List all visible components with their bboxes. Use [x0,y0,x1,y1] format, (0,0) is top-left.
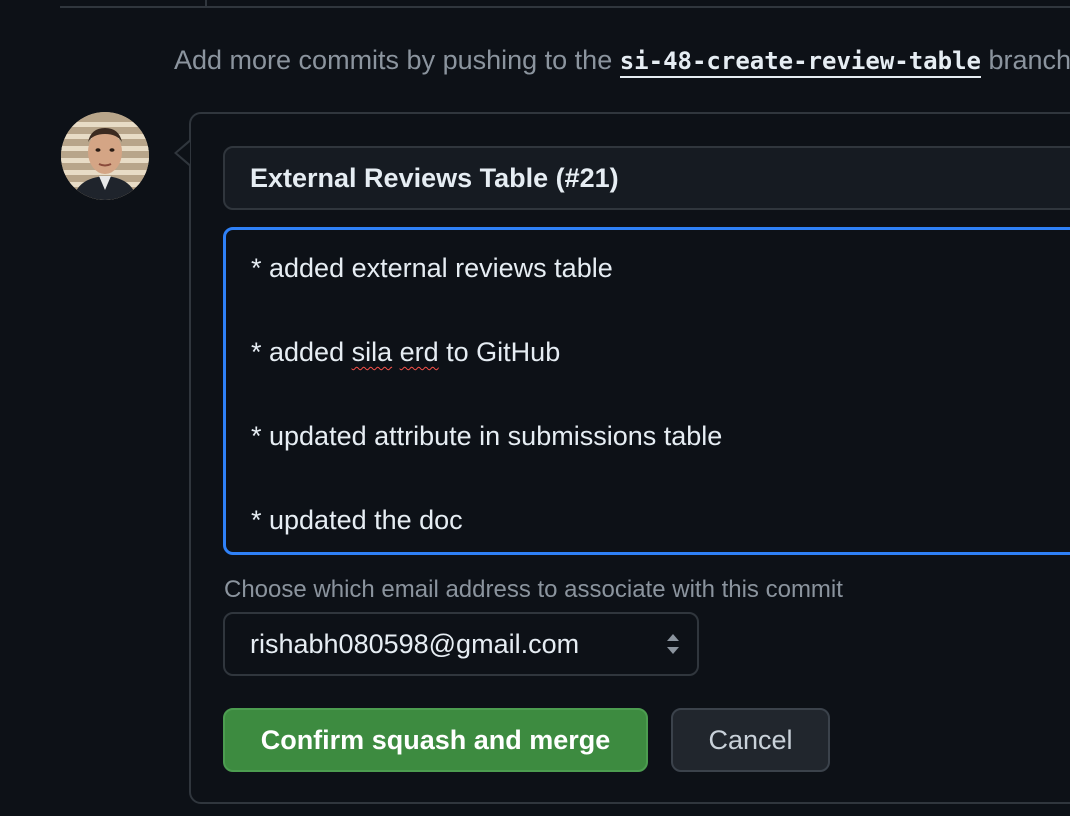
email-select[interactable]: rishabh080598@gmail.com [223,612,699,676]
avatar-image [61,112,149,200]
merge-hint: Add more commits by pushing to the si-48… [174,44,1070,78]
avatar[interactable] [61,112,149,200]
commit-title-input[interactable]: External Reviews Table (#21) [223,146,1070,210]
message-line: * added external reviews table [251,253,613,283]
panel-caret-inner [177,142,190,164]
confirm-squash-merge-button[interactable]: Confirm squash and merge [223,708,648,772]
message-line: * updated attribute in submissions table [251,421,723,451]
message-text [392,337,400,367]
select-arrows-icon [667,634,679,654]
commit-message-textarea[interactable]: * added external reviews table * added s… [223,227,1070,555]
divider [60,0,1070,8]
spellcheck-word: erd [399,337,439,367]
merge-hint-prefix: Add more commits by pushing to the [174,45,613,75]
email-select-value: rishabh080598@gmail.com [250,629,580,659]
spellcheck-word: sila [351,337,393,367]
email-label: Choose which email address to associate … [224,576,843,603]
branch-link[interactable]: si-48-create-review-table [619,47,981,78]
message-text: * added [251,337,352,367]
message-text: to GitHub [438,337,561,367]
message-line: * added sila erd to GitHub [251,336,1070,420]
cancel-button[interactable]: Cancel [671,708,830,772]
divider-tick [205,0,207,6]
merge-hint-suffix: branch. [988,45,1070,75]
merge-commit-page: Add more commits by pushing to the si-48… [0,0,1070,816]
